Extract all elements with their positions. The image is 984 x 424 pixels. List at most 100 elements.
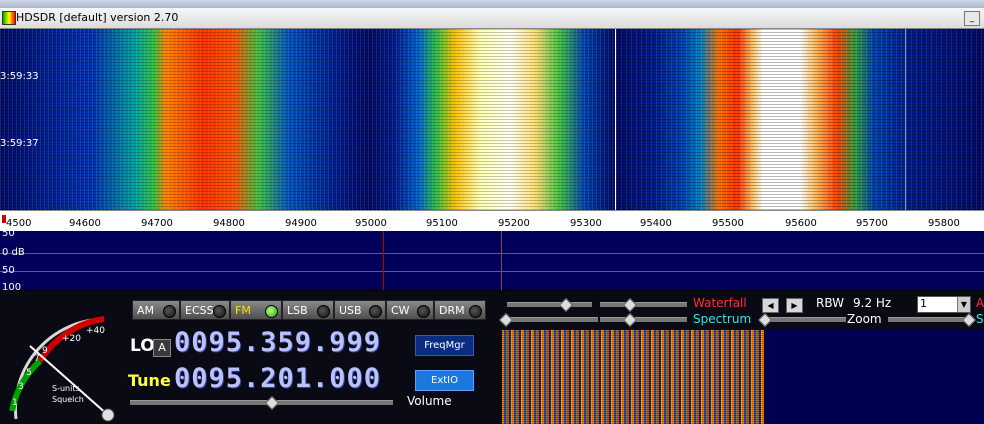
spectrum-speed-slider[interactable]	[600, 312, 687, 328]
meter-scale-label: 1	[12, 398, 18, 408]
meter-scale-label: +40	[86, 326, 105, 336]
axis-tick-label: 95800	[928, 218, 960, 229]
minimize-button[interactable]: _	[964, 11, 980, 26]
combo-value: 1	[920, 297, 927, 310]
mode-led-icon	[417, 305, 430, 318]
mode-led-icon	[163, 305, 176, 318]
mode-led-icon	[265, 305, 278, 318]
tune-label: Tune	[128, 371, 171, 390]
axis-tick-label: 95300	[570, 218, 602, 229]
meter-scale-label: 9	[42, 346, 48, 356]
axis-tick-label: 95400	[640, 218, 672, 229]
meter-caption: Squelch	[52, 395, 84, 404]
mode-led-icon	[469, 305, 482, 318]
axis-tick-label: 95500	[712, 218, 744, 229]
nav-right-button[interactable]: ▶	[786, 298, 803, 313]
spectrum-label: Spectrum	[693, 312, 752, 326]
mode-button-drm[interactable]: DRM	[434, 300, 486, 320]
mode-button-usb[interactable]: USB	[334, 300, 386, 320]
rbw-value: 9.2 Hz	[853, 296, 892, 310]
mode-button-cw[interactable]: CW	[386, 300, 434, 320]
mode-led-icon	[369, 305, 382, 318]
axis-tick-label: 95200	[498, 218, 530, 229]
control-panel: +40 +20 9 7 5 3 1 S-units Squelch AM ECS…	[0, 291, 498, 424]
axis-tick-label: 95000	[355, 218, 387, 229]
lo-label: LO	[130, 336, 155, 356]
zoom-slider[interactable]	[757, 312, 846, 328]
app-icon	[2, 11, 16, 25]
mode-button-lsb[interactable]: LSB	[282, 300, 334, 320]
mode-label: LSB	[287, 304, 308, 317]
tune-marker-line	[501, 231, 502, 290]
spectrum-contrast-slider[interactable]	[498, 312, 598, 328]
lo-frequency-display[interactable]: 0095.359.999	[174, 327, 381, 358]
audio-waterfall-empty	[764, 330, 984, 424]
mode-led-icon	[317, 305, 330, 318]
axis-tick-label: 95600	[785, 218, 817, 229]
mode-button-am[interactable]: AM	[132, 300, 180, 320]
freqmgr-button[interactable]: FreqMgr	[415, 335, 474, 356]
zoom-label: Zoom	[847, 312, 882, 326]
chevron-down-icon: ▼	[957, 297, 970, 312]
lo-a-button[interactable]: A	[153, 339, 171, 357]
axis-tick-label: 95100	[426, 218, 458, 229]
axis-tick-label: 94800	[213, 218, 245, 229]
tune-frequency-display[interactable]: 0095.201.000	[174, 363, 381, 394]
mode-label: AM	[137, 304, 155, 317]
waterfall-contrast-slider[interactable]	[507, 297, 592, 313]
volume-slider-thumb[interactable]	[264, 395, 280, 411]
volume-label: Volume	[407, 394, 452, 408]
spectrum-db-label: 0 dB	[2, 247, 25, 258]
rbw-label: RBW	[816, 296, 845, 310]
axis-tick-label: 94600	[69, 218, 101, 229]
edge-label: S	[976, 312, 984, 326]
zoom-fine-slider[interactable]	[888, 312, 977, 328]
mode-label: ECSS	[185, 304, 214, 317]
mode-led-icon	[213, 305, 226, 318]
lo-marker-line	[383, 231, 384, 290]
meter-scale-label: 5	[26, 368, 32, 378]
spectrum-display[interactable]: 50 0 dB 50 100	[0, 231, 984, 290]
meter-pivot-icon	[101, 408, 115, 422]
waterfall-timestamp: 3:59:37	[0, 138, 39, 149]
axis-tick-label: 95700	[856, 218, 888, 229]
mode-label: FM	[235, 304, 251, 317]
mode-label: USB	[339, 304, 362, 317]
spectrum-db-label: 50	[2, 231, 15, 239]
waterfall-timestamp: 3:59:33	[0, 71, 39, 82]
top-strip	[0, 0, 984, 8]
audio-waterfall[interactable]	[502, 330, 764, 424]
axis-tick-label: 94700	[141, 218, 173, 229]
mode-button-ecss[interactable]: ECSS	[180, 300, 230, 320]
waterfall-lo-range[interactable]	[0, 29, 615, 210]
nav-left-button[interactable]: ◀	[762, 298, 779, 313]
mode-selector: AM ECSS FM LSB USB CW DRM	[128, 300, 488, 322]
volume-slider[interactable]	[130, 395, 393, 411]
waterfall-speed-slider[interactable]	[600, 297, 687, 313]
waterfall-marker-line	[905, 29, 906, 210]
spectrum-gridline	[0, 253, 984, 254]
spectrum-gridline	[0, 271, 984, 272]
waterfall-label: Waterfall	[693, 296, 747, 310]
meter-needle	[29, 345, 109, 416]
mode-label: CW	[391, 304, 410, 317]
meter-scale-label: 3	[18, 382, 24, 392]
rbw-select[interactable]: 1 ▼	[917, 296, 971, 313]
meter-scale-label: 7	[34, 354, 40, 364]
edge-label: A	[976, 296, 984, 310]
window-title: HDSDR [default] version 2.70	[16, 11, 179, 24]
mode-button-fm[interactable]: FM	[230, 300, 282, 320]
meter-caption: S-units	[52, 384, 80, 393]
meter-scale-label: +20	[62, 334, 81, 344]
extio-button[interactable]: ExtIO	[415, 370, 474, 391]
s-meter: +40 +20 9 7 5 3 1 S-units Squelch	[9, 316, 115, 422]
spectrum-db-label: 100	[2, 282, 22, 290]
spectrum-db-label: 50	[2, 265, 15, 276]
title-bar: HDSDR [default] version 2.70 _	[0, 8, 984, 29]
frequency-axis[interactable]: 4500 94600 94700 94800 94900 95000 95100…	[0, 210, 984, 232]
waterfall-display[interactable]: 3:59:33 3:59:37	[0, 29, 984, 210]
mode-label: DRM	[439, 304, 465, 317]
axis-left-label: 4500	[6, 218, 32, 229]
waterfall-zoom-range[interactable]	[616, 29, 984, 210]
axis-tick-label: 94900	[285, 218, 317, 229]
